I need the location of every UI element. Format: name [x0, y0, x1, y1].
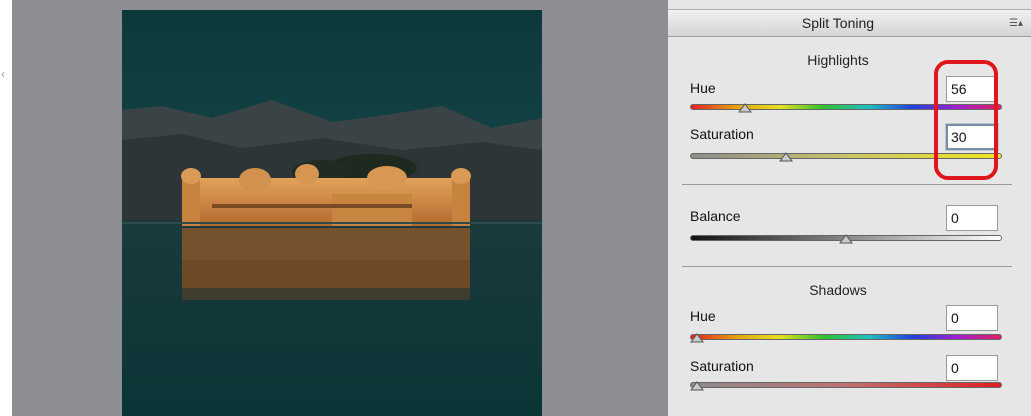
highlights-saturation-label: Saturation: [690, 126, 754, 142]
shadows-saturation-input[interactable]: 0: [946, 355, 998, 381]
shadows-hue-thumb[interactable]: [690, 333, 704, 343]
panel-header: Split Toning ☰▴: [668, 9, 1031, 37]
shadows-heading: Shadows: [809, 282, 867, 298]
shadows-hue-label: Hue: [690, 308, 716, 324]
shadows-saturation-slider[interactable]: [690, 382, 1002, 388]
shadows-hue-slider[interactable]: [690, 334, 1002, 340]
panel-title: Split Toning: [801, 15, 875, 31]
highlights-hue-label: Hue: [690, 80, 716, 96]
balance-label: Balance: [690, 208, 741, 224]
highlights-hue-thumb[interactable]: [737, 103, 752, 113]
balance-input[interactable]: 0: [946, 205, 998, 231]
margin-mark: ‹: [1, 67, 5, 81]
preview-photo: [122, 10, 542, 416]
shadows-saturation-thumb[interactable]: [690, 381, 704, 391]
shadows-saturation-label: Saturation: [690, 358, 754, 374]
section-divider: [682, 266, 1012, 267]
panel-menu-icon[interactable]: ☰▴: [1009, 18, 1023, 29]
highlights-saturation-thumb[interactable]: [779, 152, 794, 162]
balance-thumb[interactable]: [839, 234, 853, 244]
shadows-hue-input[interactable]: 0: [946, 305, 998, 331]
page-margin: [0, 0, 12, 416]
section-divider: [682, 184, 1012, 185]
image-canvas: [12, 0, 668, 416]
annotation-highlight-ring: [934, 60, 998, 180]
